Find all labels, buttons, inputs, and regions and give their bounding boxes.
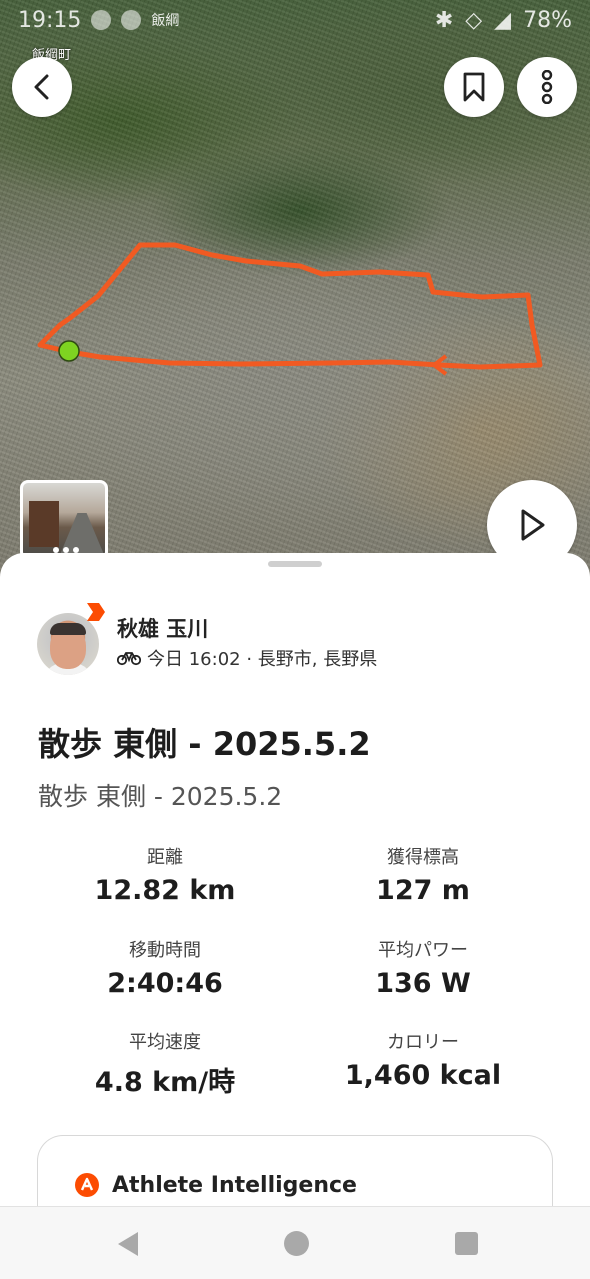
stat-elevation-gain: 獲得標高 127 m — [293, 843, 553, 906]
chevron-left-icon — [34, 74, 49, 100]
stat-label: 平均速度 — [129, 1032, 201, 1053]
stat-label: 獲得標高 — [387, 847, 459, 868]
bookmark-icon — [463, 72, 485, 102]
stat-moving-time: 移動時間 2:40:46 — [35, 936, 295, 999]
activity-title: 散歩 東側 - 2025.5.2 — [38, 725, 371, 763]
stat-value: 1,460 kcal — [344, 1060, 502, 1091]
stat-value: 127 m — [376, 875, 470, 906]
photo-wall — [29, 501, 59, 547]
signal-icon: ◢ — [494, 7, 512, 33]
bike-icon — [117, 652, 141, 666]
route-map[interactable]: 19:15 飯綱 ✱ ◇ ◢ 78% 飯綱町 — [0, 0, 590, 580]
status-time: 19:15 — [18, 7, 82, 33]
more-vertical-icon — [541, 70, 553, 104]
activity-photo-thumbnail[interactable] — [20, 480, 108, 560]
athlete-intelligence-icon — [75, 1173, 99, 1197]
athlete-intelligence-title: Athlete Intelligence — [112, 1172, 357, 1198]
status-bar: 19:15 飯綱 ✱ ◇ ◢ 78% — [0, 0, 590, 40]
stat-label: カロリー — [387, 1032, 459, 1053]
stat-label: 平均パワー — [378, 940, 468, 961]
system-navigation-bar — [0, 1206, 590, 1279]
stat-value: 4.8 km/時 — [94, 1067, 236, 1098]
stat-label: 移動時間 — [129, 940, 201, 961]
athlete-header[interactable]: 秋雄 玉川 今日 16:02 · 長野市, 長野県 — [37, 603, 377, 675]
more-options-button[interactable] — [517, 57, 577, 117]
back-button[interactable] — [12, 57, 72, 117]
stat-value: 12.82 km — [94, 875, 236, 906]
bookmark-button[interactable] — [444, 57, 504, 117]
wifi-icon: ◇ — [465, 7, 483, 33]
athlete-name[interactable]: 秋雄 玉川 — [117, 613, 377, 641]
stat-average-speed: 平均速度 4.8 km/時 — [35, 1028, 295, 1099]
stat-calories: カロリー 1,460 kcal — [293, 1028, 553, 1091]
battery-level: 78% — [523, 7, 572, 33]
stat-label: 距離 — [147, 847, 183, 868]
start-marker — [58, 340, 80, 362]
activity-time-location: 今日 16:02 · 長野市, 長野県 — [147, 649, 378, 670]
sheet-drag-handle[interactable] — [268, 561, 322, 567]
activity-details-sheet[interactable]: 秋雄 玉川 今日 16:02 · 長野市, 長野県 散歩 東側 - 2025.5… — [0, 553, 590, 1255]
route-line — [37, 242, 543, 370]
nav-home-icon[interactable] — [284, 1231, 309, 1256]
bluetooth-icon: ✱ — [434, 7, 454, 33]
notification-icon — [91, 10, 112, 30]
stat-average-power: 平均パワー 136 W — [293, 936, 553, 999]
subscriber-badge-icon — [87, 603, 105, 621]
stat-value: 136 W — [375, 968, 471, 999]
activity-description: 散歩 東側 - 2025.5.2 — [38, 782, 283, 811]
nav-back-icon[interactable] — [116, 1231, 140, 1257]
stat-value: 2:40:46 — [107, 968, 223, 999]
nav-recent-apps-icon[interactable] — [455, 1232, 478, 1255]
stat-distance: 距離 12.82 km — [35, 843, 295, 906]
play-icon — [521, 509, 545, 541]
status-carrier-label: 飯綱 — [151, 13, 180, 29]
activity-meta: 今日 16:02 · 長野市, 長野県 — [117, 645, 377, 671]
app-notification-icon — [121, 10, 142, 30]
